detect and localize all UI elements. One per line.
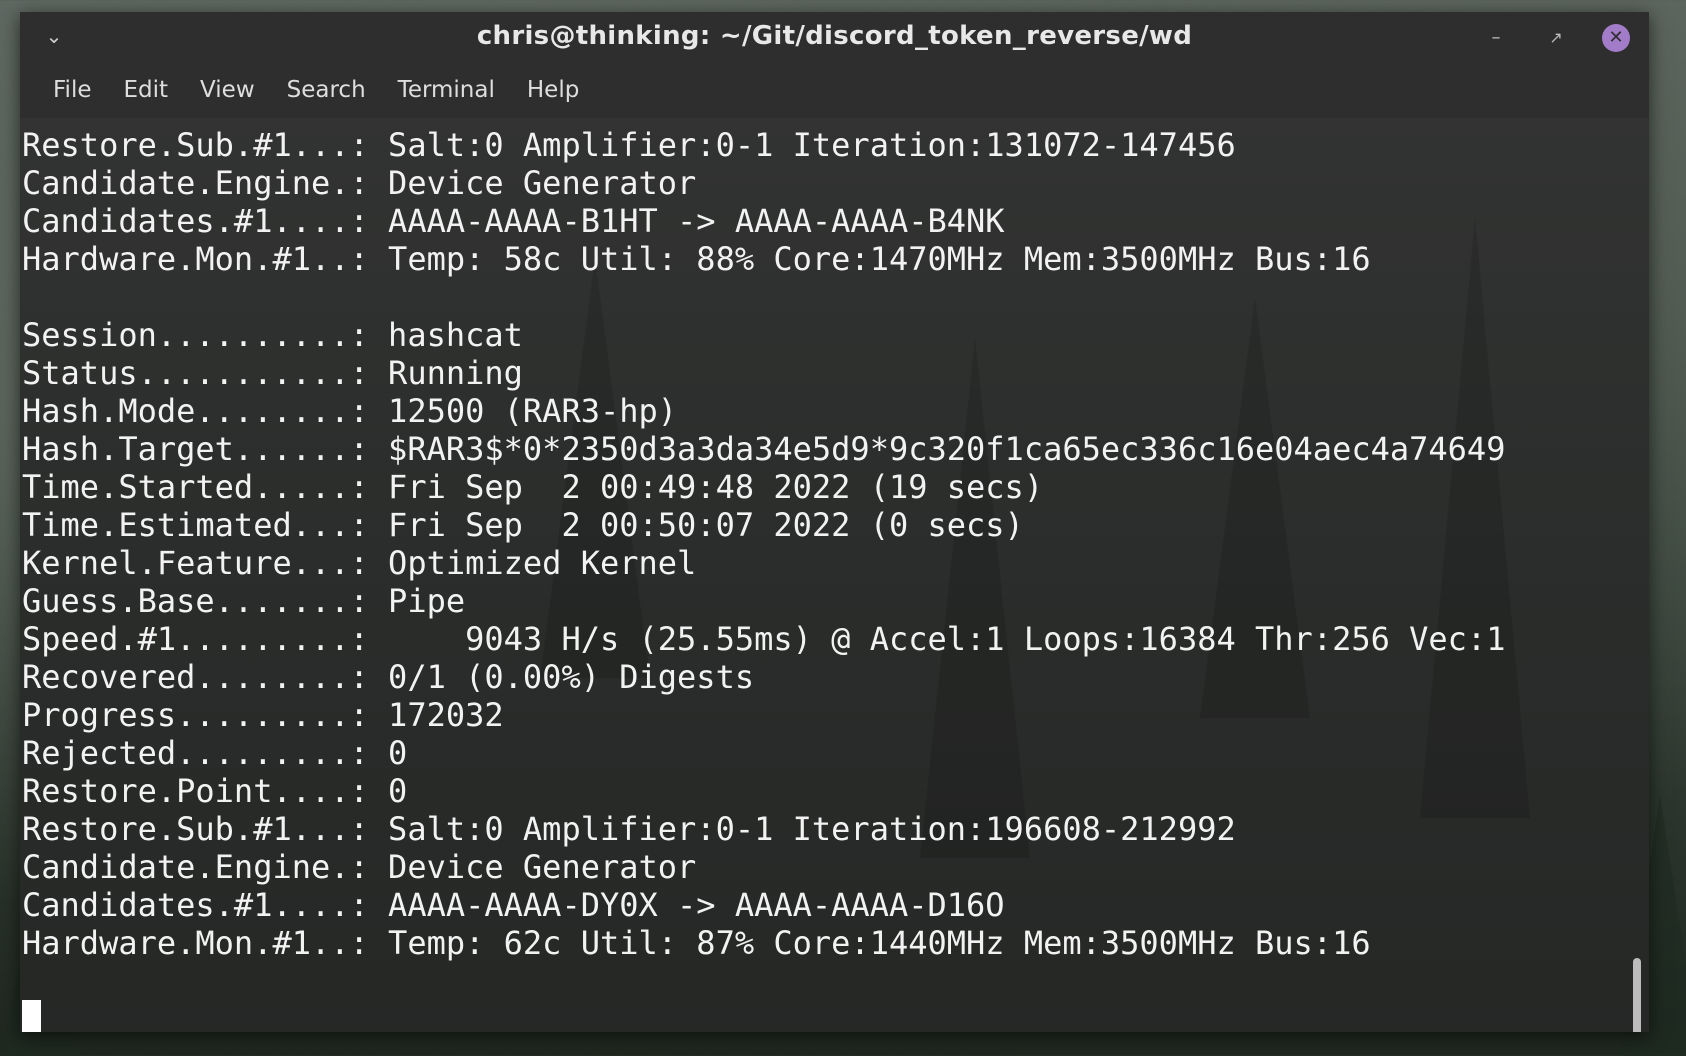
terminal-line: Guess.Base.......: Pipe [22,582,466,620]
terminal-line: Restore.Sub.#1...: Salt:0 Amplifier:0-1 … [22,810,1236,848]
terminal-line: Recovered........: 0/1 (0.00%) Digests [22,658,755,696]
terminal-line: Hardware.Mon.#1..: Temp: 62c Util: 87% C… [22,924,1371,962]
terminal-line: Time.Estimated...: Fri Sep 2 00:50:07 20… [22,506,1024,544]
terminal-line: Candidates.#1....: AAAA-AAAA-DY0X -> AAA… [22,886,1005,924]
maximize-icon[interactable]: ↗ [1542,24,1570,52]
terminal-window: ⌄ chris@thinking: ~/Git/discord_token_re… [20,12,1649,1032]
terminal-line: Candidates.#1....: AAAA-AAAA-B1HT -> AAA… [22,202,1005,240]
terminal-line: Candidate.Engine.: Device Generator [22,164,697,202]
terminal-output-area[interactable]: Restore.Sub.#1...: Salt:0 Amplifier:0-1 … [20,118,1649,1032]
menu-view[interactable]: View [184,71,271,109]
menu-terminal[interactable]: Terminal [382,71,511,109]
close-icon[interactable]: ✕ [1602,24,1630,52]
menu-file[interactable]: File [37,71,108,109]
terminal-line: Candidate.Engine.: Device Generator [22,848,697,886]
menu-edit[interactable]: Edit [108,71,185,109]
terminal-line: Session..........: hashcat [22,316,523,354]
terminal-line: Hardware.Mon.#1..: Temp: 58c Util: 88% C… [22,240,1371,278]
terminal-line: Speed.#1.........: 9043 H/s (25.55ms) @ … [22,620,1506,658]
menu-search[interactable]: Search [271,71,382,109]
terminal-line: Rejected.........: 0 [22,734,408,772]
terminal-line: Time.Started.....: Fri Sep 2 00:49:48 20… [22,468,1044,506]
terminal-line: Progress.........: 172032 [22,696,504,734]
terminal-line: Restore.Point....: 0 [22,772,408,810]
text-cursor [22,1000,41,1032]
minimize-icon[interactable]: – [1482,24,1510,52]
terminal-scrollbar[interactable] [1633,958,1641,1032]
terminal-line: Hash.Mode........: 12500 (RAR3-hp) [22,392,678,430]
terminal-line: Restore.Sub.#1...: Salt:0 Amplifier:0-1 … [22,126,1236,164]
menu-bar: File Edit View Search Terminal Help [20,62,1649,118]
menu-help[interactable]: Help [511,71,595,109]
terminal-line: Hash.Target......: $RAR3$*0*2350d3a3da34… [22,430,1506,468]
terminal-line: Kernel.Feature...: Optimized Kernel [22,544,697,582]
title-bar[interactable]: ⌄ chris@thinking: ~/Git/discord_token_re… [20,12,1649,62]
terminal-lines: Restore.Sub.#1...: Salt:0 Amplifier:0-1 … [22,126,1505,962]
window-title: chris@thinking: ~/Git/discord_token_reve… [476,21,1193,51]
terminal-line: Status...........: Running [22,354,523,392]
